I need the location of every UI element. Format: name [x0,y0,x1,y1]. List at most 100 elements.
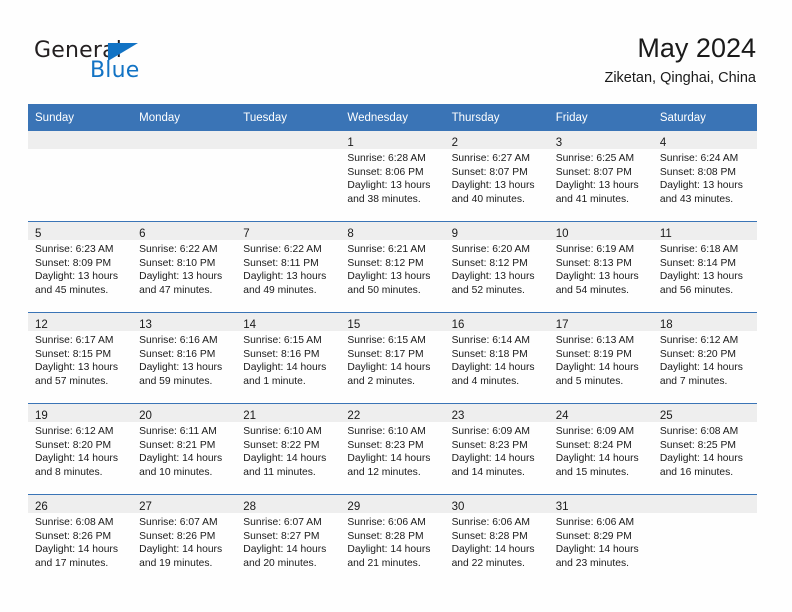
calendar-day-cell[interactable]: 16 Sunrise: 6:14 AM Sunset: 8:18 PM Dayligh… [444,312,549,404]
sunrise-text: Sunrise: 6:22 AM [139,244,218,255]
day-detail-lines: Sunrise: 6:15 AM Sunset: 8:16 PM Daylight:… [236,331,340,388]
daylight-text: Daylight: 13 hours [347,271,431,283]
sunrise-text: Sunrise: 6:11 AM [139,426,217,437]
calendar-day-cell[interactable]: 15 Sunrise: 6:15 AM Sunset: 8:17 PM Dayligh… [340,312,445,404]
day-number-band: 4 [652,131,757,149]
daylight-text-cont: and 20 minutes. [243,557,317,569]
sunrise-text: Sunrise: 6:09 AM [451,426,530,437]
day-number: 27 [139,501,152,513]
daylight-text-cont: and 14 minutes. [451,466,525,478]
calendar-day-cell[interactable]: 18 Sunrise: 6:12 AM Sunset: 8:20 PM Dayligh… [652,312,757,404]
day-detail-lines: Sunrise: 6:22 AM Sunset: 8:11 PM Daylight:… [236,240,340,297]
calendar-day-cell[interactable]: 23 Sunrise: 6:09 AM Sunset: 8:23 PM Dayligh… [444,403,549,495]
daylight-text: Daylight: 14 hours [451,544,535,556]
day-cell-inner: 19 Sunrise: 6:12 AM Sunset: 8:20 PM Dayligh… [28,404,133,494]
daylight-text: Daylight: 13 hours [451,271,535,283]
sunrise-text: Sunrise: 6:10 AM [243,426,322,437]
day-cell-inner [132,131,237,221]
sunrise-text: Sunrise: 6:06 AM [451,517,530,528]
calendar-day-cell[interactable]: 17 Sunrise: 6:13 AM Sunset: 8:19 PM Dayligh… [548,312,653,404]
daylight-text-cont: and 56 minutes. [659,284,734,296]
daylight-text-cont: and 7 minutes. [659,375,728,387]
calendar-day-cell[interactable]: 5 Sunrise: 6:23 AM Sunset: 8:09 PM Daylight… [28,221,133,313]
calendar-day-cell[interactable]: 6 Sunrise: 6:22 AM Sunset: 8:10 PM Daylight… [132,221,237,313]
day-number: 17 [555,319,569,331]
calendar-day-cell[interactable]: 20 Sunrise: 6:11 AM Sunset: 8:21 PM Dayligh… [132,403,237,495]
day-cell-inner: 18 Sunrise: 6:12 AM Sunset: 8:20 PM Dayligh… [652,313,757,403]
calendar-day-cell[interactable]: 10 Sunrise: 6:19 AM Sunset: 8:13 PM Dayligh… [548,221,653,313]
calendar-week-row: 19 Sunrise: 6:12 AM Sunset: 8:20 PM Dayligh… [28,403,757,495]
calendar-day-cell[interactable]: 25 Sunrise: 6:08 AM Sunset: 8:25 PM Dayligh… [652,403,757,495]
day-cell-inner: 30 Sunrise: 6:06 AM Sunset: 8:28 PM Dayligh… [444,495,549,585]
day-number: 7 [243,228,250,240]
calendar-day-cell[interactable]: 21 Sunrise: 6:10 AM Sunset: 8:22 PM Dayligh… [236,403,341,495]
daylight-text-cont: and 40 minutes. [451,193,525,205]
calendar-day-cell-empty [236,131,341,222]
day-number: 1 [347,137,354,149]
calendar-day-cell[interactable]: 8 Sunrise: 6:21 AM Sunset: 8:12 PM Daylight… [340,221,445,313]
calendar-day-cell[interactable]: 22 Sunrise: 6:10 AM Sunset: 8:23 PM Dayligh… [340,403,445,495]
sunrise-text: Sunrise: 6:16 AM [139,335,218,346]
day-number-band [652,495,757,513]
day-number-band: 28 [236,495,341,513]
day-detail-lines: Sunrise: 6:08 AM Sunset: 8:25 PM Daylight:… [653,422,757,479]
day-detail-lines: Sunrise: 6:16 AM Sunset: 8:16 PM Daylight:… [132,331,236,388]
calendar-day-cell[interactable]: 19 Sunrise: 6:12 AM Sunset: 8:20 PM Dayligh… [28,403,133,495]
day-detail-lines: Sunrise: 6:20 AM Sunset: 8:12 PM Daylight:… [445,240,549,297]
calendar-page: General Blue May 2024 Ziketan, Qinghai, … [0,0,792,612]
calendar-day-cell[interactable]: 29 Sunrise: 6:06 AM Sunset: 8:28 PM Dayligh… [340,494,445,585]
day-number: 16 [451,319,465,331]
sunrise-text: Sunrise: 6:08 AM [659,426,739,437]
sunset-text: Sunset: 8:22 PM [243,439,320,451]
sunset-text: Sunset: 8:17 PM [347,348,424,360]
day-detail-lines: Sunrise: 6:11 AM Sunset: 8:21 PM Daylight:… [132,422,236,479]
sunrise-text: Sunrise: 6:28 AM [347,153,426,164]
sunset-text: Sunset: 8:12 PM [347,257,424,269]
weekday-header-tuesday: Tuesday [236,104,341,131]
calendar-day-cell[interactable]: 1 Sunrise: 6:28 AM Sunset: 8:06 PM Daylight… [340,131,445,222]
calendar-day-cell[interactable]: 31 Sunrise: 6:06 AM Sunset: 8:29 PM Dayligh… [548,494,653,585]
day-detail-lines: Sunrise: 6:10 AM Sunset: 8:23 PM Daylight:… [340,422,444,479]
sunrise-text: Sunrise: 6:07 AM [243,517,322,528]
day-cell-inner [652,495,757,585]
daylight-text-cont: and 57 minutes. [35,375,109,387]
sunrise-text: Sunrise: 6:10 AM [347,426,426,437]
daylight-text-cont: and 41 minutes. [555,193,629,205]
calendar-day-cell[interactable]: 2 Sunrise: 6:27 AM Sunset: 8:07 PM Daylight… [444,131,549,222]
calendar-day-cell[interactable]: 30 Sunrise: 6:06 AM Sunset: 8:28 PM Dayligh… [444,494,549,585]
day-number-band: 25 [652,404,757,422]
calendar-day-cell[interactable]: 26 Sunrise: 6:08 AM Sunset: 8:26 PM Dayligh… [28,494,133,585]
calendar-day-cell[interactable]: 14 Sunrise: 6:15 AM Sunset: 8:16 PM Dayligh… [236,312,341,404]
daylight-text: Daylight: 14 hours [451,362,535,374]
daylight-text: Daylight: 13 hours [451,180,535,192]
day-detail-lines: Sunrise: 6:15 AM Sunset: 8:17 PM Daylight:… [340,331,444,388]
day-number-band: 16 [444,313,549,331]
sunrise-text: Sunrise: 6:24 AM [659,153,739,164]
calendar-day-cell[interactable]: 13 Sunrise: 6:16 AM Sunset: 8:16 PM Dayligh… [132,312,237,404]
calendar-day-cell[interactable]: 12 Sunrise: 6:17 AM Sunset: 8:15 PM Dayligh… [28,312,133,404]
day-detail-lines: Sunrise: 6:06 AM Sunset: 8:29 PM Daylight:… [549,513,653,570]
day-cell-inner: 3 Sunrise: 6:25 AM Sunset: 8:07 PM Daylight… [548,131,653,221]
sunset-text: Sunset: 8:08 PM [659,166,736,178]
day-number: 21 [243,410,257,422]
daylight-text: Daylight: 13 hours [659,180,743,192]
sunrise-text: Sunrise: 6:06 AM [555,517,635,528]
daylight-text-cont: and 54 minutes. [555,284,629,296]
weekday-header-friday: Friday [548,104,653,131]
sunset-text: Sunset: 8:13 PM [555,257,632,269]
day-cell-inner: 6 Sunrise: 6:22 AM Sunset: 8:10 PM Daylight… [132,222,237,312]
day-number: 2 [451,137,458,149]
calendar-day-cell[interactable]: 24 Sunrise: 6:09 AM Sunset: 8:24 PM Dayligh… [548,403,653,495]
daylight-text-cont: and 17 minutes. [35,557,109,569]
calendar-day-cell[interactable]: 7 Sunrise: 6:22 AM Sunset: 8:11 PM Daylight… [236,221,341,313]
day-number: 13 [139,319,152,331]
daylight-text-cont: and 15 minutes. [555,466,629,478]
calendar-day-cell[interactable]: 28 Sunrise: 6:07 AM Sunset: 8:27 PM Dayligh… [236,494,341,585]
calendar-day-cell[interactable]: 27 Sunrise: 6:07 AM Sunset: 8:26 PM Dayligh… [132,494,237,585]
calendar-day-cell[interactable]: 3 Sunrise: 6:25 AM Sunset: 8:07 PM Daylight… [548,131,653,222]
calendar-day-cell[interactable]: 9 Sunrise: 6:20 AM Sunset: 8:12 PM Daylight… [444,221,549,313]
calendar-day-cell[interactable]: 11 Sunrise: 6:18 AM Sunset: 8:14 PM Dayligh… [652,221,757,313]
day-number: 12 [35,319,48,331]
calendar-day-cell[interactable]: 4 Sunrise: 6:24 AM Sunset: 8:08 PM Daylight… [652,131,757,222]
weekday-header-monday: Monday [132,104,237,131]
